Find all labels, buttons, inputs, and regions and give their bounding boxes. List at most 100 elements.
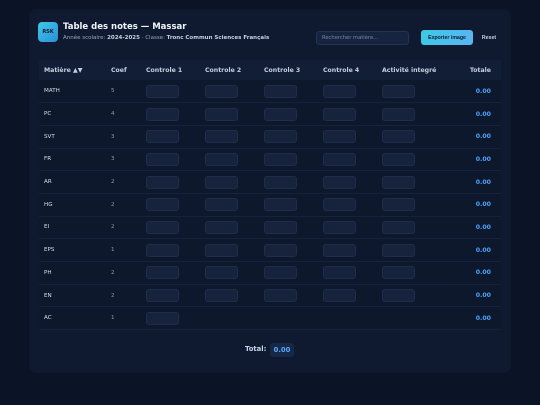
- controle-1-input[interactable]: [146, 130, 179, 144]
- controle-1-input[interactable]: [146, 311, 179, 325]
- controle-3-input[interactable]: [264, 152, 297, 166]
- footer: Total: 0.00: [30, 343, 510, 357]
- controle-1-input[interactable]: [146, 198, 179, 212]
- grade-cell: [141, 307, 200, 330]
- activite-input[interactable]: [382, 266, 415, 280]
- export-image-button[interactable]: Exporter image: [421, 30, 473, 45]
- controle-4-input[interactable]: [323, 198, 356, 212]
- grade-cell: [259, 103, 318, 126]
- grade-cell: [318, 307, 377, 330]
- grade-cell: [141, 125, 200, 148]
- controle-3-input[interactable]: [264, 220, 297, 234]
- grade-cell: [141, 216, 200, 239]
- controle-2-input[interactable]: [205, 243, 238, 257]
- grade-cell: [259, 284, 318, 307]
- controle-2-input[interactable]: [205, 152, 238, 166]
- controle-3-input[interactable]: [264, 243, 297, 257]
- coef-cell: 1: [111, 247, 115, 254]
- controle-2-input[interactable]: [205, 175, 238, 189]
- col-subject[interactable]: Matière ▲▼: [39, 60, 106, 80]
- row-total: 0.00: [475, 133, 491, 141]
- controle-2-input[interactable]: [205, 107, 238, 121]
- coef-cell: 2: [111, 269, 115, 276]
- activite-input[interactable]: [382, 198, 415, 212]
- activite-input[interactable]: [382, 84, 415, 98]
- table-row: AR 2 0.00: [39, 171, 501, 194]
- controle-2-input[interactable]: [205, 266, 238, 280]
- controle-3-input[interactable]: [264, 266, 297, 280]
- grade-cell: [259, 216, 318, 239]
- grade-cell: [200, 80, 259, 103]
- controle-4-input[interactable]: [323, 175, 356, 189]
- class-label: · Classe:: [141, 35, 165, 41]
- table-header-row: Matière ▲▼ Coef Controle 1 Controle 2 Co…: [39, 60, 501, 80]
- controle-2-input[interactable]: [205, 84, 238, 98]
- activite-input[interactable]: [382, 243, 415, 257]
- row-total: 0.00: [475, 292, 491, 300]
- row-total: 0.00: [475, 155, 491, 163]
- controle-1-input[interactable]: [146, 175, 179, 189]
- controle-4-input[interactable]: [323, 130, 356, 144]
- controle-3-input[interactable]: [264, 289, 297, 303]
- table-row: EPS 1 0.00: [39, 239, 501, 262]
- grade-cell: [259, 171, 318, 194]
- controle-4-input[interactable]: [323, 289, 356, 303]
- grade-cell: [318, 148, 377, 171]
- grade-cell: [377, 262, 441, 285]
- controle-3-input[interactable]: [264, 198, 297, 212]
- controle-4-input[interactable]: [323, 243, 356, 257]
- controle-3-input[interactable]: [264, 130, 297, 144]
- grade-cell: [200, 239, 259, 262]
- col-controle-1: Controle 1: [146, 66, 183, 74]
- table-row: FR 3 0.00: [39, 148, 501, 171]
- controle-4-input[interactable]: [323, 84, 356, 98]
- grade-cell: [141, 239, 200, 262]
- controle-3-input[interactable]: [264, 84, 297, 98]
- controle-4-input[interactable]: [323, 107, 356, 121]
- row-total: 0.00: [475, 178, 491, 186]
- grade-cell: [259, 239, 318, 262]
- activite-input[interactable]: [382, 175, 415, 189]
- activite-input[interactable]: [382, 130, 415, 144]
- grade-cell: [377, 216, 441, 239]
- controle-1-input[interactable]: [146, 289, 179, 303]
- grade-cell: [259, 307, 318, 330]
- col-activite: Activité integré: [382, 66, 437, 74]
- controle-1-input[interactable]: [146, 243, 179, 257]
- grade-cell: [377, 80, 441, 103]
- controle-1-input[interactable]: [146, 84, 179, 98]
- controle-2-input[interactable]: [205, 220, 238, 234]
- grade-cell: [200, 193, 259, 216]
- row-total: 0.00: [475, 110, 491, 118]
- controle-1-input[interactable]: [146, 152, 179, 166]
- activite-input[interactable]: [382, 289, 415, 303]
- controle-4-input[interactable]: [323, 266, 356, 280]
- controle-1-input[interactable]: [146, 266, 179, 280]
- grades-card: RSK Table des notes — Massar Année scola…: [30, 10, 510, 372]
- controle-2-input[interactable]: [205, 198, 238, 212]
- activite-input[interactable]: [382, 107, 415, 121]
- grade-cell: [318, 125, 377, 148]
- controle-1-input[interactable]: [146, 107, 179, 121]
- controle-3-input[interactable]: [264, 107, 297, 121]
- grade-cell: [318, 80, 377, 103]
- grade-cell: [318, 262, 377, 285]
- grade-cell: [318, 284, 377, 307]
- subject-cell: PC: [44, 111, 52, 118]
- col-controle-3: Controle 3: [264, 66, 301, 74]
- controle-4-input[interactable]: [323, 152, 356, 166]
- reset-button[interactable]: Reset: [477, 30, 501, 45]
- grade-cell: [141, 262, 200, 285]
- controle-4-input[interactable]: [323, 220, 356, 234]
- search-input[interactable]: [316, 31, 409, 45]
- activite-input[interactable]: [382, 220, 415, 234]
- subject-cell: EN: [44, 292, 52, 299]
- activite-input[interactable]: [382, 152, 415, 166]
- controle-2-input[interactable]: [205, 289, 238, 303]
- controle-1-input[interactable]: [146, 220, 179, 234]
- controle-3-input[interactable]: [264, 175, 297, 189]
- controle-2-input[interactable]: [205, 130, 238, 144]
- subject-cell: AR: [44, 179, 52, 186]
- col-controle-2: Controle 2: [205, 66, 242, 74]
- year-value: 2024-2025: [107, 35, 140, 41]
